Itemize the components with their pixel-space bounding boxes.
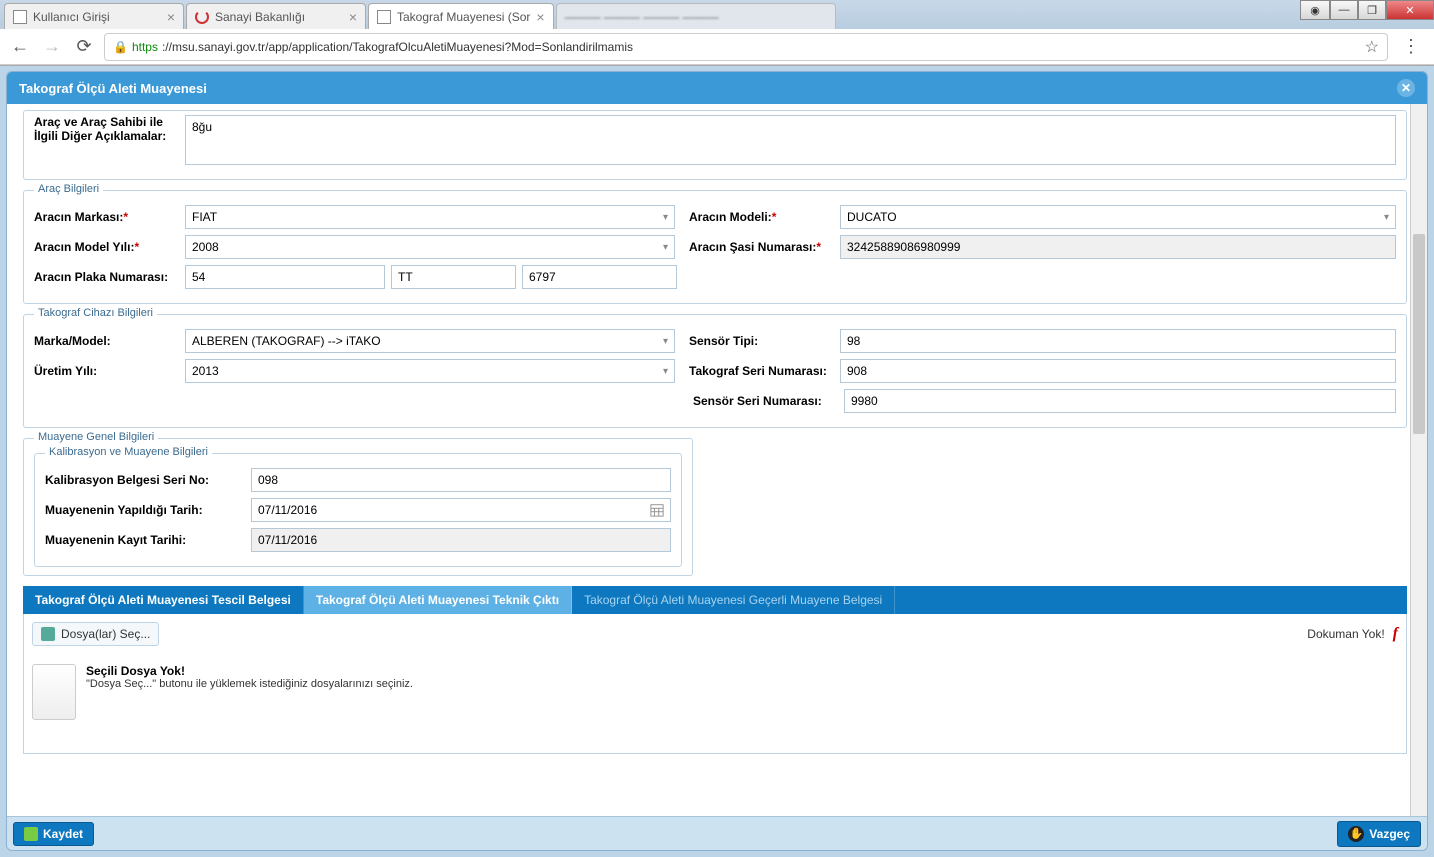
save-icon <box>24 827 38 841</box>
close-icon[interactable]: × <box>167 9 175 25</box>
doc-tab-registration[interactable]: Takograf Ölçü Aleti Muayenesi Tescil Bel… <box>23 586 304 614</box>
sensor-type-input[interactable]: 98 <box>840 329 1396 353</box>
browser-tab-1[interactable]: Kullanıcı Girişi × <box>4 3 184 29</box>
page-wrap: Takograf Ölçü Aleti Muayenesi ✕ Araç ve … <box>0 65 1434 857</box>
vehicle-chassis-label: Aracın Şasi Numarası:* <box>689 240 834 254</box>
file-preview: Seçili Dosya Yok! "Dosya Seç..." butonu … <box>32 664 1398 720</box>
tacho-year-combo[interactable]: 2013 <box>185 359 675 383</box>
browser-tab-3[interactable]: Takograf Muayenesi (Sor × <box>368 3 554 29</box>
owner-notes-label: Araç ve Araç Sahibi ile İlgili Diğer Açı… <box>34 115 179 143</box>
vertical-scrollbar[interactable] <box>1410 104 1427 816</box>
address-bar[interactable]: 🔒 https ://msu.sanayi.gov.tr/app/applicat… <box>104 33 1388 61</box>
inspection-inner-legend: Kalibrasyon ve Muayene Bilgileri <box>45 446 212 458</box>
tacho-brand-combo[interactable]: ALBEREN (TAKOGRAF) --> iTAKO <box>185 329 675 353</box>
document-tabs: Takograf Ölçü Aleti Muayenesi Tescil Bel… <box>23 586 1407 614</box>
date-reg-label: Muayenenin Kayıt Tarihi: <box>45 533 245 547</box>
url-scheme: https <box>132 40 158 54</box>
panel-close-button[interactable]: ✕ <box>1397 79 1415 97</box>
date-reg-input: 07/11/2016 <box>251 528 671 552</box>
no-file-subtitle: "Dosya Seç..." butonu ile yüklemek isted… <box>86 678 413 690</box>
vehicle-plate-3-input[interactable]: 6797 <box>522 265 677 289</box>
swirl-icon <box>195 10 209 24</box>
vehicle-year-label: Aracın Model Yılı:* <box>34 240 179 254</box>
vehicle-plate-1-input[interactable]: 54 <box>185 265 385 289</box>
tacho-year-label: Üretim Yılı: <box>34 364 179 378</box>
no-document-text: Dokuman Yok! <box>1307 627 1384 641</box>
panel-footer: Kaydet ✋ Vazgeç <box>7 816 1427 850</box>
vehicle-info-section: Araç Bilgileri Aracın Markası:* FIAT Ara… <box>23 190 1407 304</box>
cancel-button[interactable]: ✋ Vazgeç <box>1337 821 1421 847</box>
owner-notes-textarea[interactable]: 8ğu <box>185 115 1396 165</box>
flash-icon: f <box>1393 625 1398 643</box>
vehicle-model-label: Aracın Modeli:* <box>689 210 834 224</box>
cert-no-label: Kalibrasyon Belgesi Seri No: <box>45 473 245 487</box>
browser-chrome: Kullanıcı Girişi × Sanayi Bakanlığı × Ta… <box>0 0 1434 66</box>
tab-title: Kullanıcı Girişi <box>33 10 110 24</box>
browser-tab-2[interactable]: Sanayi Bakanlığı × <box>186 3 366 29</box>
tacho-legend: Takograf Cihazı Bilgileri <box>34 307 157 319</box>
vehicle-brand-label: Aracın Markası:* <box>34 210 179 224</box>
file-thumb-icon <box>32 664 76 720</box>
folder-icon <box>41 627 55 641</box>
vehicle-plate-2-input[interactable]: TT <box>391 265 516 289</box>
select-files-button[interactable]: Dosya(lar) Seç... <box>32 622 159 646</box>
vehicle-plate-label: Aracın Plaka Numarası: <box>34 270 179 284</box>
save-button[interactable]: Kaydet <box>13 822 94 846</box>
browser-tabs: Kullanıcı Girişi × Sanayi Bakanlığı × Ta… <box>0 0 1434 29</box>
page-icon <box>13 10 27 24</box>
url-path: ://msu.sanayi.gov.tr/app/application/Tak… <box>162 40 633 54</box>
tacho-serial-input[interactable]: 908 <box>840 359 1396 383</box>
modal-panel: Takograf Ölçü Aleti Muayenesi ✕ Araç ve … <box>6 71 1428 851</box>
browser-menu-button[interactable]: ⋮ <box>1396 36 1426 57</box>
close-icon[interactable]: × <box>536 9 544 25</box>
tacho-serial-label: Takograf Seri Numarası: <box>689 364 834 378</box>
no-file-title: Seçili Dosya Yok! <box>86 664 413 678</box>
tab-title: Takograf Muayenesi (Sor <box>397 10 530 24</box>
doc-tab-technical[interactable]: Takograf Ölçü Aleti Muayenesi Teknik Çık… <box>304 586 572 614</box>
vehicle-legend: Araç Bilgileri <box>34 183 103 195</box>
date-done-input[interactable]: 07/11/2016 <box>251 498 671 522</box>
vehicle-model-combo[interactable]: DUCATO <box>840 205 1396 229</box>
inspection-outer-legend: Muayene Genel Bilgileri <box>34 431 158 443</box>
sensor-serial-input[interactable]: 9980 <box>844 389 1396 413</box>
sensor-serial-label: Sensör Seri Numarası: <box>693 394 838 408</box>
date-done-label: Muayenenin Yapıldığı Tarih: <box>45 503 245 517</box>
bookmark-star-icon[interactable]: ☆ <box>1365 37 1379 57</box>
scrollbar-thumb[interactable] <box>1413 234 1425 434</box>
vehicle-brand-combo[interactable]: FIAT <box>185 205 675 229</box>
panel-body: Araç ve Araç Sahibi ile İlgili Diğer Açı… <box>7 104 1427 816</box>
inspection-general-section: Muayene Genel Bilgileri Kalibrasyon ve M… <box>23 438 693 576</box>
calendar-icon[interactable] <box>648 503 666 517</box>
tacho-brand-label: Marka/Model: <box>34 334 179 348</box>
lock-icon: 🔒 <box>113 40 128 54</box>
user-icon[interactable]: ◉ <box>1300 0 1330 20</box>
close-icon[interactable]: × <box>349 9 357 25</box>
calibration-section: Kalibrasyon ve Muayene Bilgileri Kalibra… <box>34 453 682 567</box>
forward-button[interactable]: → <box>40 35 64 59</box>
cert-no-input[interactable]: 098 <box>251 468 671 492</box>
page-icon <box>377 10 391 24</box>
blurred-title: ——— ——— ——— ——— <box>565 10 719 24</box>
back-button[interactable]: ← <box>8 35 32 59</box>
doc-tab-valid-inspection[interactable]: Takograf Ölçü Aleti Muayenesi Geçerli Mu… <box>572 586 895 614</box>
panel-title: Takograf Ölçü Aleti Muayenesi <box>19 81 207 96</box>
vehicle-chassis-input: 32425889086980999 <box>840 235 1396 259</box>
minimize-button[interactable]: — <box>1330 0 1358 20</box>
cancel-icon: ✋ <box>1348 826 1364 842</box>
panel-header: Takograf Ölçü Aleti Muayenesi ✕ <box>7 72 1427 104</box>
window-controls: ◉ — ❐ ✕ <box>1300 0 1434 20</box>
background-window-tab: ——— ——— ——— ——— <box>556 3 836 29</box>
owner-info-section: Araç ve Araç Sahibi ile İlgili Diğer Açı… <box>23 110 1407 180</box>
window-close-button[interactable]: ✕ <box>1386 0 1434 20</box>
vehicle-year-combo[interactable]: 2008 <box>185 235 675 259</box>
tab-title: Sanayi Bakanlığı <box>215 10 305 24</box>
reload-button[interactable]: ⟳ <box>72 35 96 59</box>
sensor-type-label: Sensör Tipi: <box>689 334 834 348</box>
tachograph-device-section: Takograf Cihazı Bilgileri Marka/Model: A… <box>23 314 1407 428</box>
maximize-button[interactable]: ❐ <box>1358 0 1386 20</box>
document-panel: Dosya(lar) Seç... Dokuman Yok! f Seçili … <box>23 614 1407 754</box>
address-bar-row: ← → ⟳ 🔒 https ://msu.sanayi.gov.tr/app/ap… <box>0 29 1434 65</box>
